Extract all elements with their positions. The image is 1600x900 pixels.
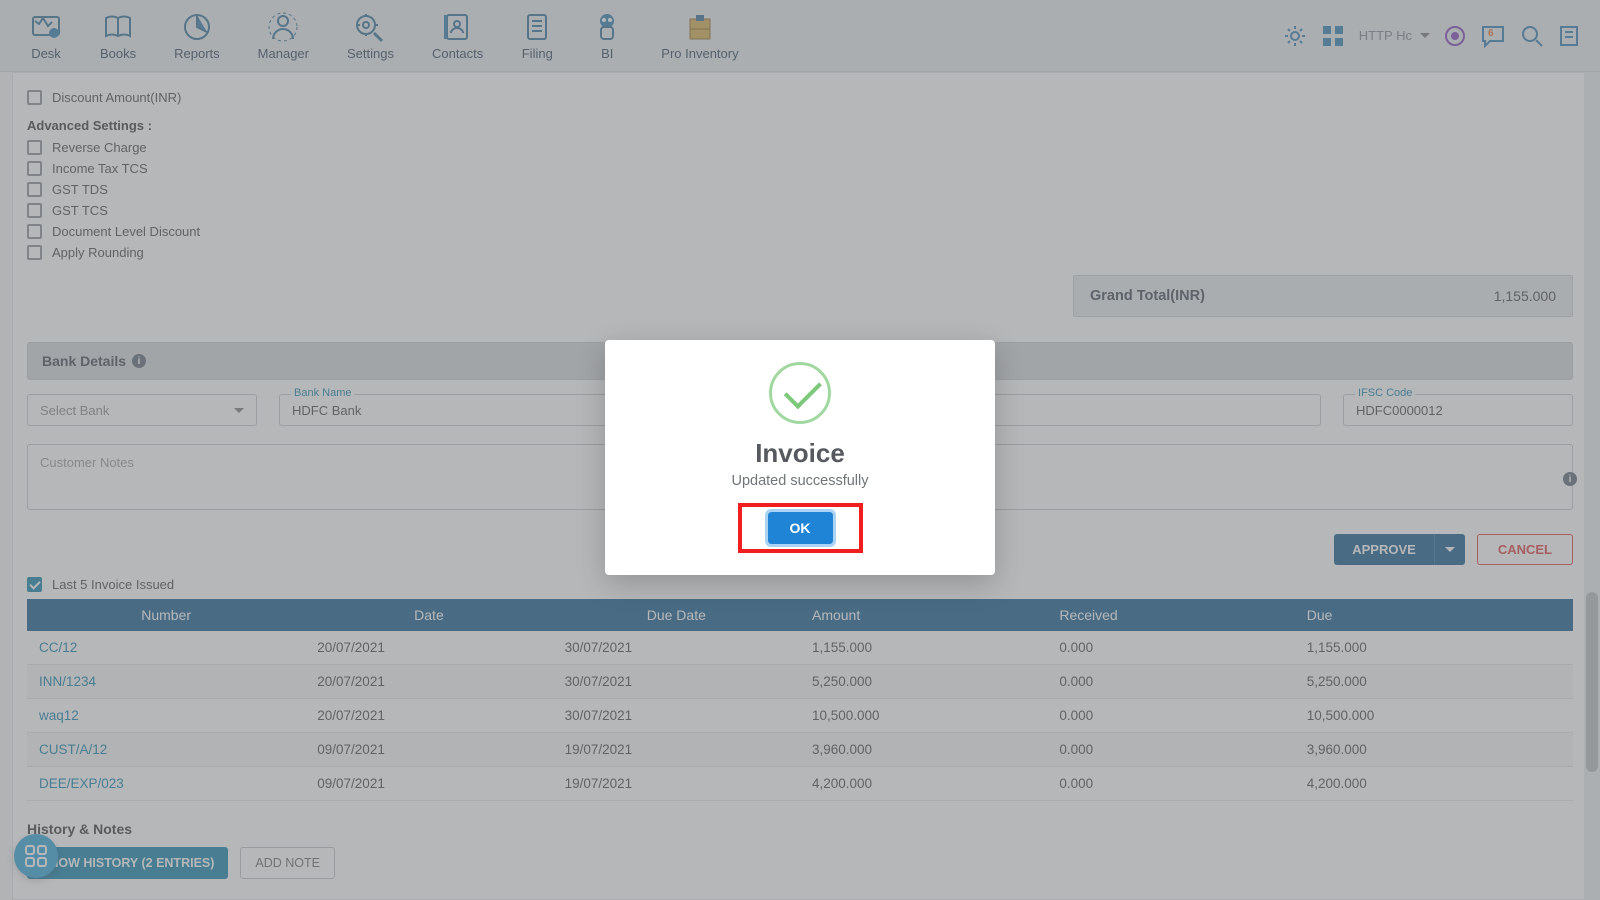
- modal-title: Invoice: [625, 438, 975, 469]
- modal-message: Updated successfully: [625, 473, 975, 489]
- modal-ok-button[interactable]: OK: [768, 512, 833, 544]
- modal-ok-highlight: OK: [738, 503, 863, 553]
- modal-overlay: Invoice Updated successfully OK: [0, 0, 1600, 900]
- success-modal: Invoice Updated successfully OK: [605, 340, 995, 575]
- check-icon: [769, 362, 831, 424]
